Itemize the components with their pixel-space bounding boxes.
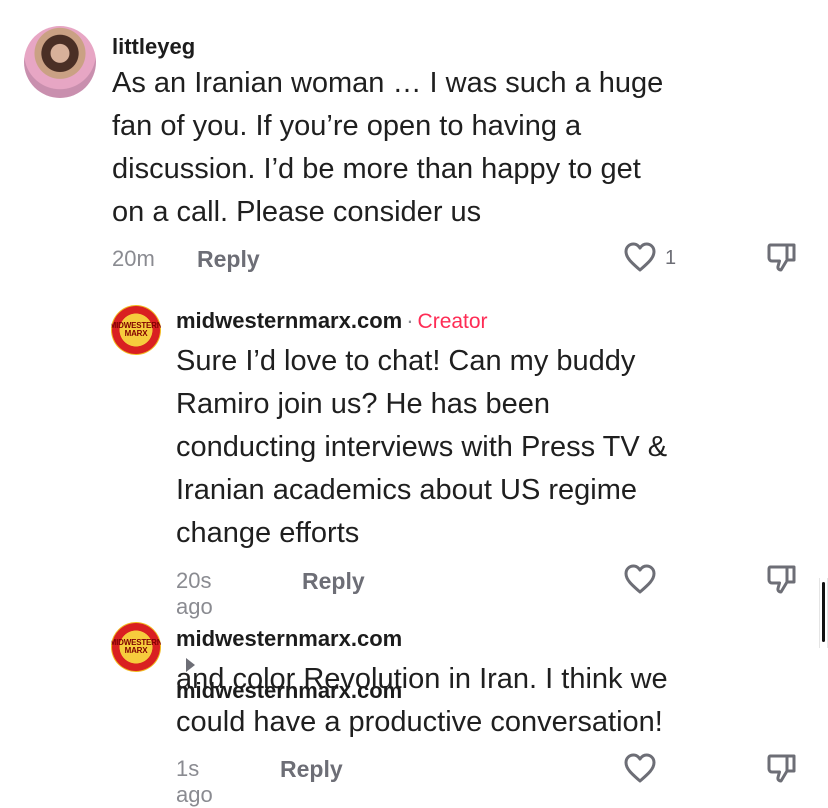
comment-text: As an Iranian woman … I was such a huge … — [112, 62, 772, 234]
comment-line: could have a productive conversation! — [176, 706, 663, 738]
username-link[interactable]: midwesternmarx.com — [176, 308, 402, 333]
separator-dot: · — [406, 308, 414, 333]
brand-logo-text: MIDWESTERN MARX — [111, 638, 161, 655]
reply-button[interactable]: Reply — [197, 246, 260, 273]
comment-line: conducting interviews with Press TV & — [176, 431, 668, 463]
username-link[interactable]: midwesternmarx.com — [176, 626, 402, 651]
like-count: 1 — [665, 247, 677, 269]
thumbs-down-icon[interactable] — [766, 562, 798, 596]
comment-text: Sure I’d love to chat! Can my buddy Rami… — [176, 340, 796, 555]
avatar-littleyeg[interactable] — [24, 26, 96, 98]
comment-line: Iranian academics about US regime — [176, 474, 638, 506]
comment-line: Ramiro join us? He has been — [176, 388, 550, 420]
scrollbar-thumb[interactable] — [822, 582, 825, 642]
brand-logo-text: MIDWESTERN MARX — [111, 321, 161, 338]
heart-outline-icon[interactable] — [623, 563, 657, 595]
avatar-midwesternmarx[interactable]: MIDWESTERN MARX — [111, 622, 161, 672]
reply-button[interactable]: Reply — [302, 568, 365, 595]
heart-outline-icon[interactable] — [623, 752, 657, 784]
comment-username[interactable]: littleyeg — [112, 34, 195, 60]
comment-timestamp: 20s ago — [176, 568, 213, 619]
heart-outline-icon[interactable] — [623, 241, 657, 273]
comment-line: As an Iranian woman … I was such a huge — [112, 67, 664, 99]
comment-timestamp: 20m — [112, 246, 155, 271]
thumbs-down-icon[interactable] — [766, 751, 798, 785]
comment-line: Sure I’d love to chat! Can my buddy — [176, 345, 636, 377]
creator-badge: Creator — [417, 310, 488, 333]
avatar-midwesternmarx[interactable]: MIDWESTERN MARX — [111, 305, 161, 355]
scrollbar[interactable] — [819, 578, 828, 648]
comment-line: change efforts — [176, 517, 360, 549]
comment-line: on a call. Please consider us — [112, 196, 482, 228]
comment-line: fan of you. If you’re open to having a — [112, 110, 582, 142]
comment-username: midwesternmarx.com · Creator — [176, 308, 488, 334]
reply-button[interactable]: Reply — [280, 756, 343, 783]
comment-line: and color Revolution in Iran. I think we — [176, 663, 668, 695]
comment-text: and color Revolution in Iran. I think we… — [176, 658, 796, 744]
comment-timestamp: 1s ago — [176, 756, 213, 807]
thumbs-down-icon[interactable] — [766, 240, 798, 274]
comment-line: discussion. I’d be more than happy to ge… — [112, 153, 641, 185]
